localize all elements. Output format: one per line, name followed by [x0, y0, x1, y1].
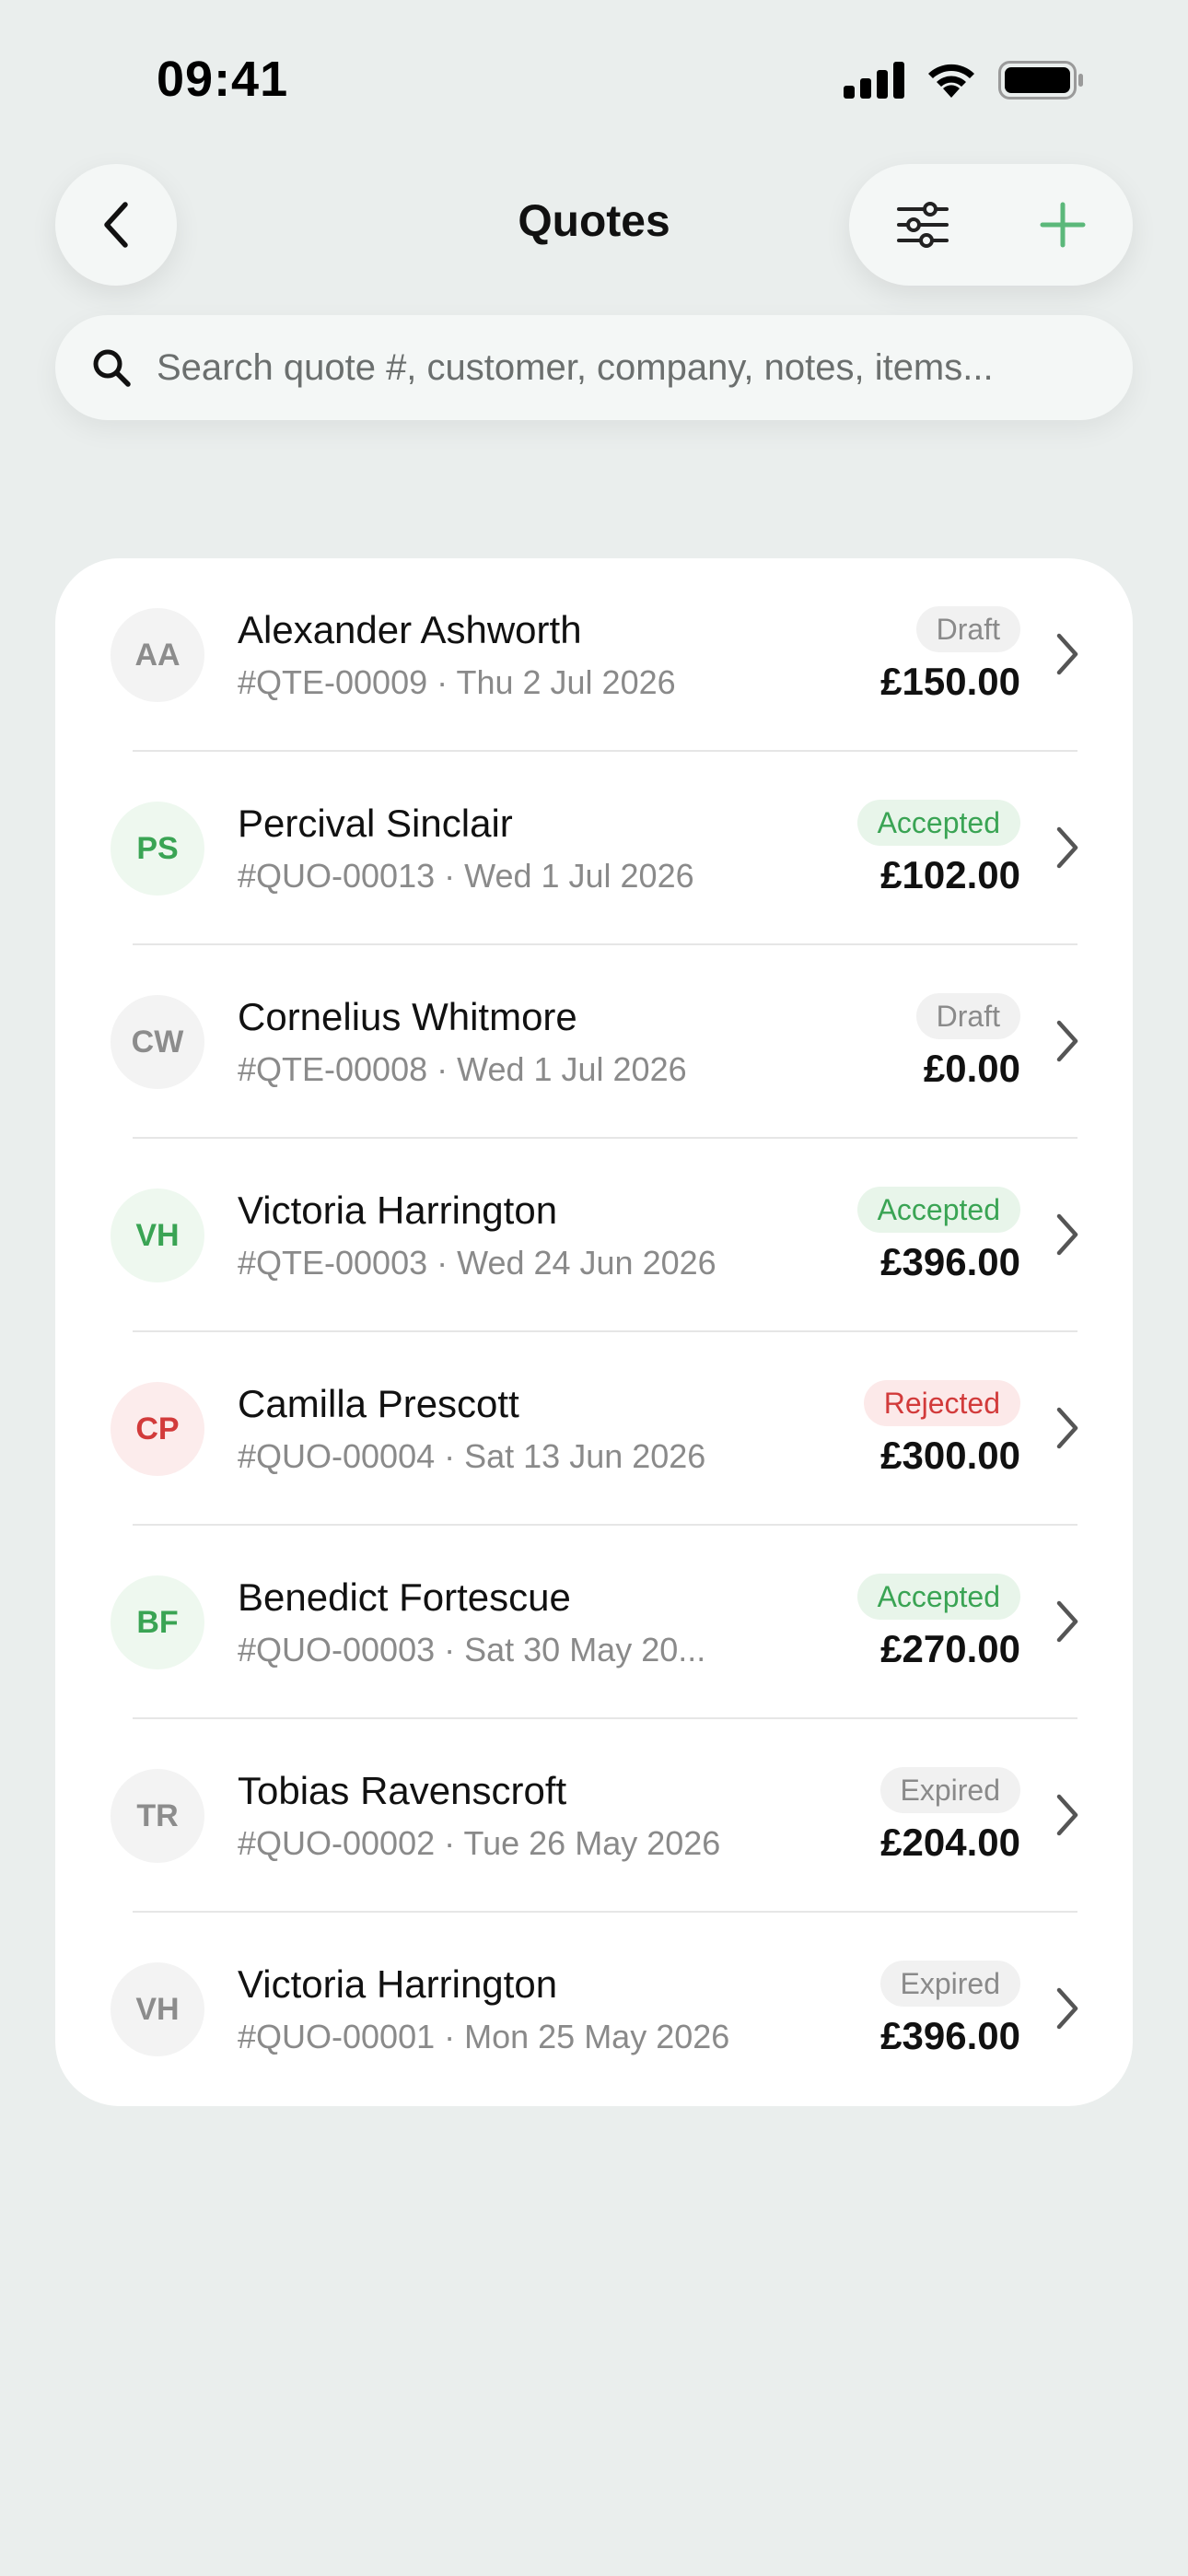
chevron-right-icon	[1056, 1020, 1078, 1062]
chevron-right-icon	[1056, 633, 1078, 675]
search-icon	[93, 349, 131, 387]
chevron-right-icon	[1056, 1600, 1078, 1643]
quote-meta: #QUO-00004 · Sat 13 Jun 2026	[238, 1437, 706, 1475]
quote-row[interactable]: CW Cornelius Whitmore #QTE-00008 · Wed 1…	[55, 945, 1133, 1139]
status-badge: Expired	[879, 1767, 1020, 1813]
status-time: 09:41	[157, 52, 289, 107]
quote-row[interactable]: VH Victoria Harrington #QUO-00001 · Mon …	[55, 1913, 1133, 2106]
status-badge: Rejected	[863, 1380, 1020, 1426]
status-badge: Expired	[879, 1961, 1020, 2007]
customer-name: Alexander Ashworth	[238, 608, 582, 651]
chevron-right-icon	[1056, 1987, 1078, 2030]
status-badge: Accepted	[856, 1574, 1020, 1620]
customer-name: Camilla Prescott	[238, 1382, 519, 1425]
search-bar[interactable]	[55, 315, 1133, 420]
avatar: AA	[111, 608, 204, 702]
quote-amount: £396.00	[880, 1240, 1020, 1283]
quote-meta: #QUO-00003 · Sat 30 May 20...	[238, 1631, 706, 1669]
quote-row[interactable]: BF Benedict Fortescue #QUO-00003 · Sat 3…	[55, 1526, 1133, 1719]
status-badge: Draft	[915, 606, 1020, 652]
status-badge: Accepted	[856, 1187, 1020, 1233]
chevron-right-icon	[1056, 826, 1078, 869]
status-badge: Accepted	[856, 800, 1020, 846]
quote-meta: #QUO-00001 · Mon 25 May 2026	[238, 2018, 730, 2055]
customer-name: Benedict Fortescue	[238, 1575, 571, 1619]
search-icon-wrap	[55, 315, 157, 420]
customer-name: Victoria Harrington	[238, 1188, 558, 1232]
filter-button[interactable]	[886, 188, 960, 262]
quote-row[interactable]: TR Tobias Ravenscroft #QUO-00002 · Tue 2…	[55, 1719, 1133, 1913]
search-input[interactable]	[157, 315, 1133, 420]
customer-name: Tobias Ravenscroft	[238, 1769, 567, 1812]
quote-amount: £150.00	[880, 660, 1020, 703]
wifi-icon	[928, 64, 974, 98]
quote-amount: £204.00	[880, 1821, 1020, 1864]
quote-meta: #QUO-00002 · Tue 26 May 2026	[238, 1824, 721, 1862]
avatar: PS	[111, 802, 204, 896]
quote-amount: £0.00	[923, 1047, 1020, 1090]
avatar: VH	[111, 1188, 204, 1282]
quotes-list: AA Alexander Ashworth #QTE-00009 · Thu 2…	[55, 558, 1133, 2106]
customer-name: Victoria Harrington	[238, 1962, 558, 2006]
quote-amount: £396.00	[880, 2014, 1020, 2057]
quote-row[interactable]: VH Victoria Harrington #QTE-00003 · Wed …	[55, 1139, 1133, 1332]
status-bar: 09:41	[0, 0, 1188, 157]
avatar: TR	[111, 1769, 204, 1863]
chevron-right-icon	[1056, 1213, 1078, 1256]
status-badge: Draft	[915, 993, 1020, 1039]
quote-amount: £270.00	[880, 1627, 1020, 1670]
customer-name: Percival Sinclair	[238, 802, 513, 845]
battery-icon	[998, 61, 1083, 100]
header-actions	[849, 164, 1133, 286]
avatar: CP	[111, 1382, 204, 1476]
quotes-screen: 09:41 Quotes Search quote #, customer, c…	[0, 0, 1188, 2576]
cellular-signal-icon	[844, 62, 904, 99]
sliders-icon	[897, 202, 949, 248]
quote-row[interactable]: AA Alexander Ashworth #QTE-00009 · Thu 2…	[55, 558, 1133, 752]
customer-name: Cornelius Whitmore	[238, 995, 577, 1038]
status-icons	[844, 61, 1085, 100]
quote-meta: #QTE-00009 · Thu 2 Jul 2026	[238, 663, 676, 701]
avatar: VH	[111, 1962, 204, 2056]
quote-meta: #QTE-00003 · Wed 24 Jun 2026	[238, 1244, 716, 1282]
plus-icon	[1040, 202, 1086, 248]
avatar: CW	[111, 995, 204, 1089]
add-quote-button[interactable]	[1026, 188, 1100, 262]
quote-meta: #QTE-00008 · Wed 1 Jul 2026	[238, 1050, 687, 1088]
chevron-right-icon	[1056, 1794, 1078, 1836]
avatar: BF	[111, 1575, 204, 1669]
quote-amount: £300.00	[880, 1434, 1020, 1477]
quote-row[interactable]: CP Camilla Prescott #QUO-00004 · Sat 13 …	[55, 1332, 1133, 1526]
quote-row[interactable]: PS Percival Sinclair #QUO-00013 · Wed 1 …	[55, 752, 1133, 945]
chevron-right-icon	[1056, 1407, 1078, 1449]
quote-meta: #QUO-00013 · Wed 1 Jul 2026	[238, 857, 694, 895]
quote-amount: £102.00	[880, 853, 1020, 896]
